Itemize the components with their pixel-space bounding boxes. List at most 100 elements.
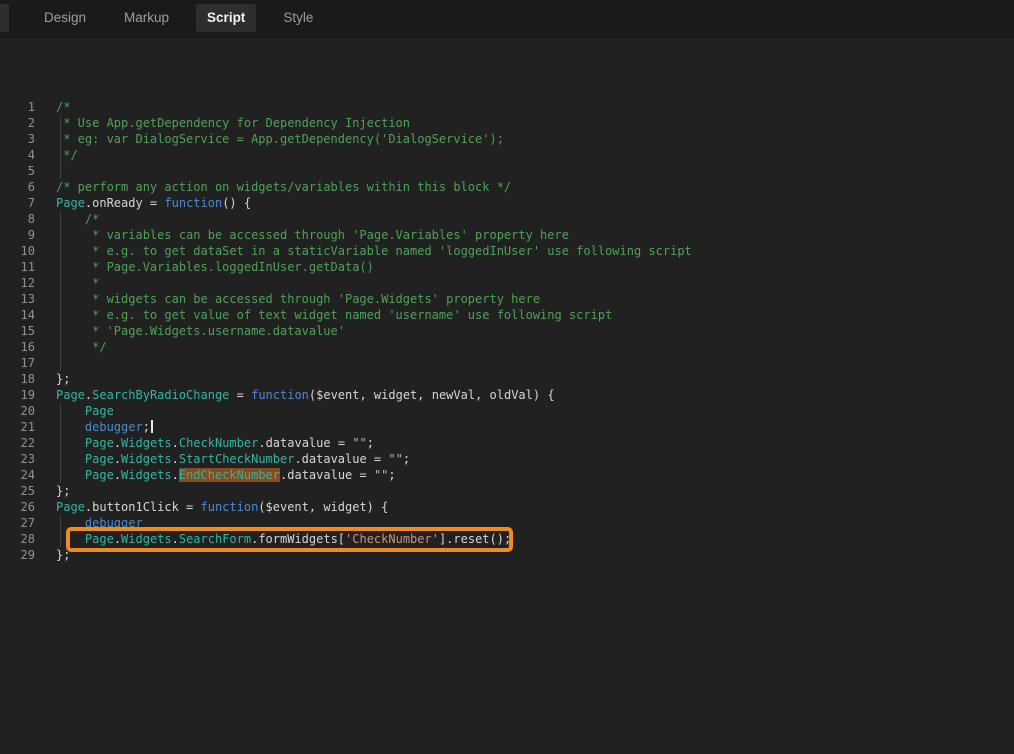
indent-guide — [60, 211, 61, 371]
code-line-text: /* — [35, 211, 99, 227]
code-token: "" — [352, 436, 366, 450]
code-line[interactable]: 17 — [0, 355, 1014, 371]
code-line[interactable]: 28 Page.Widgets.SearchForm.formWidgets['… — [0, 531, 1014, 547]
code-line[interactable]: 13 * widgets can be accessed through 'Pa… — [0, 291, 1014, 307]
code-line[interactable]: 25}; — [0, 483, 1014, 499]
code-token: Page — [56, 196, 85, 210]
code-token: . — [114, 468, 121, 482]
code-token: CheckNumber — [179, 436, 258, 450]
line-number: 27 — [0, 515, 35, 531]
code-line[interactable]: 29}; — [0, 547, 1014, 563]
line-number: 4 — [0, 147, 35, 163]
code-line[interactable]: 10 * e.g. to get dataSet in a staticVari… — [0, 243, 1014, 259]
code-line-text: * variables can be accessed through 'Pag… — [35, 227, 569, 243]
code-token: /* perform any action on widgets/variabl… — [56, 180, 511, 194]
tab-style[interactable]: Style — [272, 4, 324, 32]
code-line-text: * — [35, 275, 99, 291]
line-number: 14 — [0, 307, 35, 323]
code-line-text: * e.g. to get value of text widget named… — [35, 307, 612, 323]
code-line[interactable]: 20 Page — [0, 403, 1014, 419]
code-line-text: Page.Widgets.CheckNumber.datavalue = ""; — [35, 435, 374, 451]
line-number: 23 — [0, 451, 35, 467]
line-number: 3 — [0, 131, 35, 147]
code-line[interactable]: 2 * Use App.getDependency for Dependency… — [0, 115, 1014, 131]
line-number: 1 — [0, 99, 35, 115]
code-token: ].reset(); — [439, 532, 511, 546]
code-token: ; — [388, 468, 395, 482]
code-line-text: * Page.Variables.loggedInUser.getData() — [35, 259, 374, 275]
code-line[interactable]: 7Page.onReady = function() { — [0, 195, 1014, 211]
code-line[interactable]: 9 * variables can be accessed through 'P… — [0, 227, 1014, 243]
code-token: SearchForm — [179, 532, 251, 546]
line-number: 18 — [0, 371, 35, 387]
tab-design[interactable]: Design — [33, 4, 97, 32]
line-number: 13 — [0, 291, 35, 307]
code-line[interactable]: 19Page.SearchByRadioChange = function($e… — [0, 387, 1014, 403]
code-line[interactable]: 21 debugger; — [0, 419, 1014, 435]
code-token: * e.g. to get value of text widget named… — [56, 308, 612, 322]
code-token: function — [164, 196, 222, 210]
code-line[interactable]: 26Page.button1Click = function($event, w… — [0, 499, 1014, 515]
code-line-text: }; — [35, 371, 70, 387]
code-line-text: Page.Widgets.SearchForm.formWidgets['Che… — [35, 531, 511, 547]
line-number: 26 — [0, 499, 35, 515]
code-line[interactable]: 16 */ — [0, 339, 1014, 355]
text-caret — [151, 420, 153, 433]
code-token: . — [114, 452, 121, 466]
code-token: * eg: var DialogService = App.getDepende… — [56, 132, 504, 146]
indent-guide — [60, 515, 61, 547]
code-line[interactable]: 6/* perform any action on widgets/variab… — [0, 179, 1014, 195]
code-line[interactable]: 14 * e.g. to get value of text widget na… — [0, 307, 1014, 323]
code-line-text: Page.Widgets.StartCheckNumber.datavalue … — [35, 451, 410, 467]
code-line[interactable]: 27 debugger — [0, 515, 1014, 531]
code-line[interactable]: 5 — [0, 163, 1014, 179]
line-number: 29 — [0, 547, 35, 563]
code-line[interactable]: 15 * 'Page.Widgets.username.datavalue' — [0, 323, 1014, 339]
code-line[interactable]: 12 * — [0, 275, 1014, 291]
editor-mode-tab-bar: Design Markup Script Style — [0, 0, 1014, 38]
indent-guide — [60, 115, 61, 179]
code-line[interactable]: 18}; — [0, 371, 1014, 387]
code-token: . — [172, 532, 179, 546]
code-line-text: debugger — [35, 515, 143, 531]
code-line[interactable]: 22 Page.Widgets.CheckNumber.datavalue = … — [0, 435, 1014, 451]
code-line-text: /* perform any action on widgets/variabl… — [35, 179, 511, 195]
line-number: 10 — [0, 243, 35, 259]
code-token: .datavalue = — [258, 436, 352, 450]
code-line-text: Page.button1Click = function($event, wid… — [35, 499, 388, 515]
line-number: 17 — [0, 355, 35, 371]
code-line-text — [35, 355, 56, 371]
line-number: 22 — [0, 435, 35, 451]
code-token: .onReady = — [85, 196, 164, 210]
code-line[interactable]: 4 */ — [0, 147, 1014, 163]
code-line-text: Page.Widgets.EndCheckNumber.datavalue = … — [35, 467, 396, 483]
code-token: Widgets — [121, 452, 172, 466]
code-token: * Page.Variables.loggedInUser.getData() — [56, 260, 374, 274]
code-token: 'CheckNumber' — [345, 532, 439, 546]
tab-strip-edge-fragment — [0, 4, 9, 32]
code-line-text: }; — [35, 547, 70, 563]
code-line[interactable]: 3 * eg: var DialogService = App.getDepen… — [0, 131, 1014, 147]
line-number: 28 — [0, 531, 35, 547]
code-token: Page — [85, 468, 114, 482]
tab-script[interactable]: Script — [196, 4, 256, 32]
code-token: }; — [56, 372, 70, 386]
code-line-text: Page.SearchByRadioChange = function($eve… — [35, 387, 555, 403]
code-line[interactable]: 23 Page.Widgets.StartCheckNumber.dataval… — [0, 451, 1014, 467]
line-number: 2 — [0, 115, 35, 131]
code-token: Page — [85, 532, 114, 546]
code-line-text: * widgets can be accessed through 'Page.… — [35, 291, 540, 307]
line-number: 11 — [0, 259, 35, 275]
code-line[interactable]: 11 * Page.Variables.loggedInUser.getData… — [0, 259, 1014, 275]
code-token: SearchByRadioChange — [92, 388, 229, 402]
code-editor[interactable]: 1/*2 * Use App.getDependency for Depende… — [0, 38, 1014, 754]
code-token: ($event, widget, newVal, oldVal) { — [309, 388, 555, 402]
code-line[interactable]: 1/* — [0, 99, 1014, 115]
code-line-text: * e.g. to get dataSet in a staticVariabl… — [35, 243, 692, 259]
line-number: 20 — [0, 403, 35, 419]
code-line[interactable]: 24 Page.Widgets.EndCheckNumber.datavalue… — [0, 467, 1014, 483]
code-line[interactable]: 8 /* — [0, 211, 1014, 227]
code-token: . — [172, 436, 179, 450]
tabs-container: Design Markup Script Style — [33, 4, 324, 32]
tab-markup[interactable]: Markup — [113, 4, 180, 32]
